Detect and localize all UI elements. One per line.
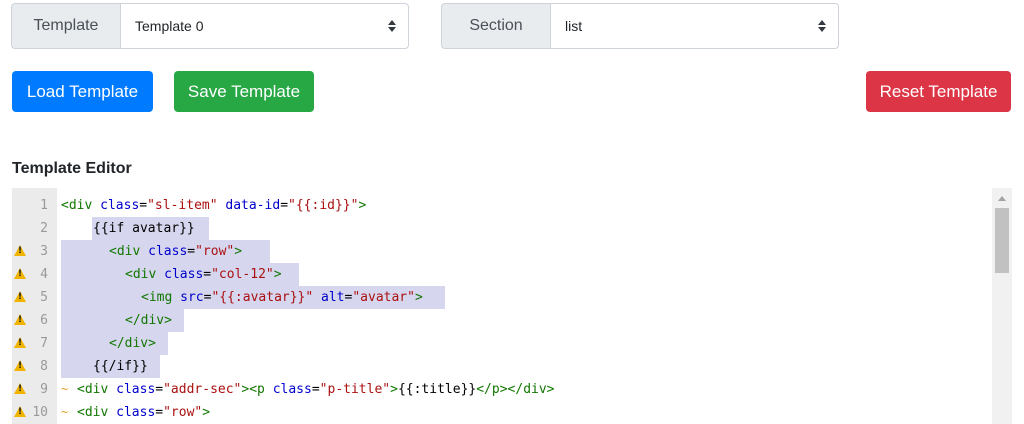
fold-marker-icon: ~ bbox=[61, 382, 69, 396]
code-text: {{if avatar}} bbox=[93, 221, 195, 236]
code-line: 9 ~ <div class="addr-sec"><p class="p-ti… bbox=[12, 378, 1012, 401]
template-select-group: Template Template 0 bbox=[11, 3, 409, 49]
code-line: 7 </div> bbox=[12, 332, 1012, 355]
line-number: 10 bbox=[32, 405, 48, 420]
code-text: <div class="addr-sec"><p class="p-title"… bbox=[77, 382, 555, 397]
template-select[interactable]: Template 0 bbox=[120, 3, 409, 49]
code-line: 8 {{/if}} bbox=[12, 355, 1012, 378]
fold-marker-icon: ~ bbox=[61, 405, 69, 419]
code-line: 6 </div> bbox=[12, 309, 1012, 332]
scrollbar-thumb[interactable] bbox=[995, 208, 1009, 273]
line-number: 6 bbox=[40, 313, 48, 328]
code-line: 2 {{if avatar}} bbox=[12, 217, 1012, 240]
code-text: <div class="row"> bbox=[109, 244, 243, 259]
save-template-button[interactable]: Save Template bbox=[174, 71, 314, 112]
template-label: Template bbox=[11, 3, 120, 49]
section-select[interactable]: list bbox=[550, 3, 839, 49]
section-select-group: Section list bbox=[441, 3, 839, 49]
code-text: <div class="col-12"> bbox=[125, 267, 282, 282]
section-label: Section bbox=[441, 3, 550, 49]
line-number: 7 bbox=[40, 336, 48, 351]
line-number: 5 bbox=[40, 290, 48, 305]
code-line: 4 <div class="col-12"> bbox=[12, 263, 1012, 286]
select-caret-icon bbox=[386, 18, 398, 34]
code-text: {{/if}} bbox=[93, 359, 148, 374]
code-text: <div class="sl-item" data-id="{{:id}}"> bbox=[61, 198, 367, 213]
editor-scrollbar[interactable] bbox=[992, 188, 1012, 424]
scroll-up-icon[interactable] bbox=[998, 196, 1006, 201]
code-line: 3 <div class="row"> bbox=[12, 240, 1012, 263]
code-line: 1 <div class="sl-item" data-id="{{:id}}"… bbox=[12, 194, 1012, 217]
line-number: 3 bbox=[40, 244, 48, 259]
code-text: <div class="row"> bbox=[77, 405, 211, 420]
editor-title: Template Editor bbox=[12, 160, 132, 177]
template-code-editor[interactable]: 1 <div class="sl-item" data-id="{{:id}}"… bbox=[12, 188, 1012, 424]
code-text: </div> bbox=[125, 313, 172, 328]
code-line: 10 ~ <div class="row"> bbox=[12, 401, 1012, 424]
line-number: 1 bbox=[40, 198, 48, 213]
code-text: <img src="{{:avatar}}" alt="avatar"> bbox=[141, 290, 423, 305]
line-number: 8 bbox=[40, 359, 48, 374]
select-caret-icon bbox=[816, 18, 828, 34]
code-line: 5 <img src="{{:avatar}}" alt="avatar"> bbox=[12, 286, 1012, 309]
reset-template-button[interactable]: Reset Template bbox=[866, 71, 1011, 112]
section-select-value: list bbox=[565, 18, 583, 34]
line-number: 9 bbox=[40, 382, 48, 397]
load-template-button[interactable]: Load Template bbox=[12, 71, 153, 112]
template-select-value: Template 0 bbox=[135, 18, 204, 34]
code-text: </div> bbox=[109, 336, 156, 351]
line-number: 2 bbox=[40, 221, 48, 236]
line-number: 4 bbox=[40, 267, 48, 282]
